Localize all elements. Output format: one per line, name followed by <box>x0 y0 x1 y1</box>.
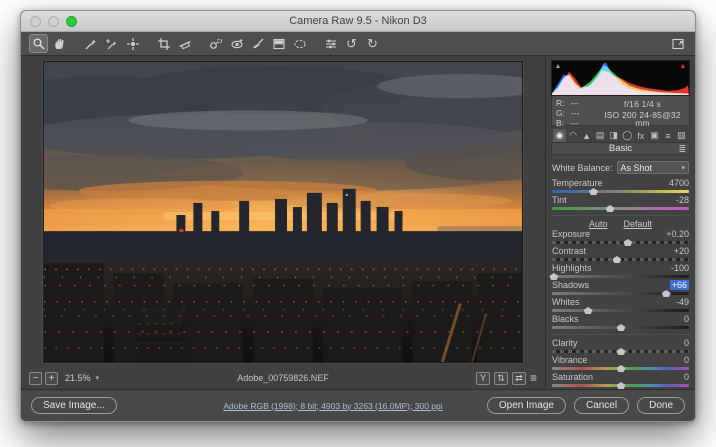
slider-vibrance: Vibrance0 <box>551 355 690 372</box>
targeted-adjustment-tool-icon[interactable] <box>123 34 142 53</box>
panel-tabs: ◉ ◠ ▲ ▤ ◨ ◯ fx ▣ ≡ ▨ <box>551 126 690 142</box>
footer-bar: Save Image... Adobe RGB (1998); 8 bit; 4… <box>21 389 695 421</box>
shadow-clipping-indicator[interactable]: ▲ <box>553 62 563 71</box>
save-image-button[interactable]: Save Image... <box>31 397 117 414</box>
preview-mode-button[interactable]: Y <box>476 372 490 385</box>
auto-link[interactable]: Auto <box>589 219 608 229</box>
slider-tint: Tint-28 <box>551 195 690 212</box>
slider-exposure: Exposure+0.20 <box>551 229 690 246</box>
graduated-filter-tool-icon[interactable] <box>269 34 288 53</box>
titlebar: Camera Raw 9.5 - Nikon D3 <box>21 11 695 32</box>
zoom-in-button[interactable]: + <box>45 372 58 385</box>
done-button[interactable]: Done <box>637 397 685 414</box>
tab-snapshots[interactable]: ▨ <box>675 129 688 142</box>
chevron-down-icon: ▾ <box>681 164 685 172</box>
window-title: Camera Raw 9.5 - Nikon D3 <box>21 15 695 27</box>
zoom-tool-icon[interactable] <box>29 34 48 53</box>
slider-contrast: Contrast+20 <box>551 246 690 263</box>
rotate-right-tool-icon[interactable]: ↻ <box>363 34 382 53</box>
straighten-tool-icon[interactable] <box>175 34 194 53</box>
exif-iso-lens: ISO 200 24-85@32 mm <box>600 111 685 127</box>
slider-saturation: Saturation0 <box>551 372 690 389</box>
toggle-fullscreen-icon[interactable] <box>668 34 687 53</box>
tab-tone-curve[interactable]: ◠ <box>567 129 580 142</box>
default-link[interactable]: Default <box>623 219 652 229</box>
tab-hsl-grayscale[interactable]: ▤ <box>594 129 607 142</box>
section-title: Basic <box>609 143 632 154</box>
red-eye-tool-icon[interactable] <box>227 34 246 53</box>
cancel-button[interactable]: Cancel <box>574 397 629 414</box>
tab-lens-corrections[interactable]: ◯ <box>621 129 634 142</box>
preview-area: − + 21.5% ▾ Adobe_00759826.NEF Y ⇅ ⇄ ≡ <box>21 56 545 389</box>
highlight-clipping-indicator[interactable]: ▲ <box>678 62 688 71</box>
slider-whites: Whites-49 <box>551 297 690 314</box>
radial-filter-tool-icon[interactable] <box>290 34 309 53</box>
camera-raw-window: Camera Raw 9.5 - Nikon D3 <box>20 10 696 422</box>
tab-presets[interactable]: ≡ <box>661 129 674 142</box>
color-sampler-tool-icon[interactable] <box>102 34 121 53</box>
toolbar: ↺ ↻ <box>21 32 695 56</box>
adjustments-panel: ▲ ▲ R:--- G:--- B:--- f/16 1/4 s ISO 200… <box>545 56 695 389</box>
preview-menu-icon[interactable]: ≡ <box>530 372 537 384</box>
rotate-left-tool-icon[interactable]: ↺ <box>342 34 361 53</box>
slider-temperature: Temperature4700 <box>551 178 690 195</box>
slider-highlights: Highlights-100 <box>551 263 690 280</box>
section-menu-icon[interactable]: ≣ <box>678 145 686 154</box>
exif-info: R:--- G:--- B:--- f/16 1/4 s ISO 200 24-… <box>551 96 690 126</box>
histogram: ▲ ▲ <box>551 60 690 96</box>
hand-tool-icon[interactable] <box>50 34 69 53</box>
filename-label: Adobe_00759826.NEF <box>21 373 545 383</box>
zoom-out-button[interactable]: − <box>29 372 42 385</box>
tab-split-toning[interactable]: ◨ <box>607 129 620 142</box>
white-balance-tool-icon[interactable] <box>81 34 100 53</box>
zoom-level-caret-icon[interactable]: ▾ <box>96 374 100 382</box>
photo-preview[interactable] <box>43 61 523 363</box>
slider-shadows: Shadows+66 <box>551 280 690 297</box>
workflow-options-link[interactable]: Adobe RGB (1998); 8 bit; 4903 by 3263 (1… <box>161 401 505 411</box>
adjustment-brush-tool-icon[interactable] <box>248 34 267 53</box>
rgb-r-value: --- <box>571 99 580 107</box>
shadows-value-selected: +66 <box>670 280 689 290</box>
white-balance-label: White Balance: <box>552 163 613 173</box>
preview-bar: − + 21.5% ▾ Adobe_00759826.NEF Y ⇅ ⇄ ≡ <box>21 367 545 389</box>
crop-tool-icon[interactable] <box>154 34 173 53</box>
tab-camera-calibration[interactable]: ▣ <box>648 129 661 142</box>
white-balance-row: White Balance: As Shot ▾ <box>552 161 689 174</box>
slider-clarity: Clarity0 <box>551 338 690 355</box>
basic-section-header: Basic ≣ <box>551 142 690 155</box>
zoom-level-select[interactable]: 21.5% <box>65 373 91 383</box>
tab-detail[interactable]: ▲ <box>580 129 593 142</box>
preferences-tool-icon[interactable] <box>321 34 340 53</box>
white-balance-select[interactable]: As Shot ▾ <box>617 161 689 174</box>
rgb-g-value: --- <box>571 109 580 117</box>
exif-exposure: f/16 1/4 s <box>600 100 685 108</box>
swap-before-after-button[interactable]: ⇅ <box>494 372 508 385</box>
tab-effects[interactable]: fx <box>634 129 647 142</box>
slider-blacks: Blacks0 <box>551 314 690 331</box>
copy-settings-button[interactable]: ⇄ <box>512 372 526 385</box>
tab-basic[interactable]: ◉ <box>553 129 566 142</box>
spot-removal-tool-icon[interactable] <box>206 34 225 53</box>
